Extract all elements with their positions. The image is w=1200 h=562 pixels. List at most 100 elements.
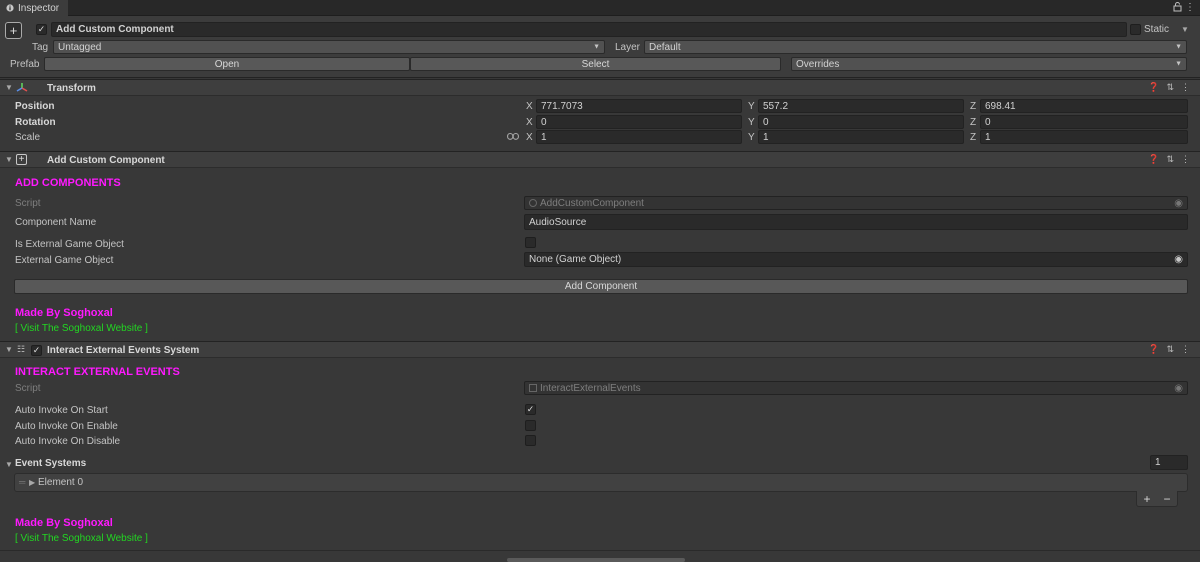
scale-y-input[interactable]: 1 <box>758 130 964 144</box>
script-label: Script <box>15 198 41 209</box>
add-element-button[interactable]: + <box>1143 492 1150 506</box>
add-custom-component-header[interactable]: ▼ + Add Custom Component ❓ ⇅ ⋮ <box>0 151 1200 168</box>
position-z-value: 698.41 <box>985 100 1016 112</box>
foldout-arrow-icon[interactable]: ▼ <box>5 83 13 92</box>
event-systems-count: 1 <box>1155 457 1161 468</box>
rotation-y-value: 0 <box>763 116 769 128</box>
object-picker-icon[interactable]: ◉ <box>1174 254 1183 265</box>
preset-icon[interactable]: ⇅ <box>1166 154 1174 165</box>
is-external-label: Is External Game Object <box>15 239 124 250</box>
interact-events-header[interactable]: ▼ ☷ ✓ Interact External Events System ❓ … <box>0 341 1200 358</box>
chevron-down-icon: ▼ <box>593 43 600 51</box>
add-component-bar-handle[interactable] <box>507 558 685 562</box>
external-game-object-value: None (Game Object) <box>529 254 622 265</box>
foldout-arrow-icon[interactable]: ▼ <box>5 155 13 164</box>
visit-website-link-2[interactable]: [ Visit The Soghoxal Website ] <box>15 533 148 544</box>
transform-header[interactable]: ▼ Transform ❓ ⇅ ⋮ <box>0 79 1200 96</box>
prefab-select-button[interactable]: Select <box>410 57 781 71</box>
event-systems-foldout-icon[interactable]: ▼ <box>5 460 13 469</box>
scale-z-input[interactable]: 1 <box>980 130 1188 144</box>
rotation-x-input[interactable]: 0 <box>536 115 742 129</box>
element-foldout-icon[interactable]: ▶ <box>29 478 35 487</box>
chevron-down-icon: ▼ <box>1175 43 1182 51</box>
external-game-object-label: External Game Object <box>15 255 114 266</box>
script-file-icon <box>529 199 537 207</box>
transform-header-icons: ❓ ⇅ ⋮ <box>1148 82 1190 93</box>
position-label: Position <box>15 101 55 112</box>
rotation-x-value: 0 <box>541 116 547 128</box>
rotation-z-input[interactable]: 0 <box>980 115 1188 129</box>
object-picker-icon: ◉ <box>1174 383 1183 394</box>
help-icon[interactable]: ❓ <box>1148 344 1159 355</box>
select-label: Select <box>581 58 610 70</box>
component-name-input[interactable]: AudioSource <box>524 214 1188 230</box>
constrain-proportions-icon[interactable] <box>507 132 519 141</box>
active-toggle[interactable]: ✓ <box>36 24 47 35</box>
event-systems-count-input[interactable]: 1 <box>1150 455 1188 470</box>
lock-icon[interactable] <box>1173 2 1182 15</box>
object-name-text: Add Custom Component <box>56 24 174 35</box>
add-component-button[interactable]: Add Component <box>14 279 1188 294</box>
auto-invoke-enable-label: Auto Invoke On Enable <box>15 421 118 432</box>
scale-y-value: 1 <box>763 131 769 143</box>
gameobject-header: + ✓ Add Custom Component Static ▼ Tag Un… <box>0 16 1200 78</box>
scale-x-input[interactable]: 1 <box>536 130 742 144</box>
auto-invoke-enable-checkbox[interactable] <box>525 420 536 431</box>
script-component-icon: ☷ <box>17 344 26 354</box>
interact-script-label: Script <box>15 383 41 394</box>
add-custom-component-title: Add Custom Component <box>47 155 165 166</box>
foldout-arrow-icon[interactable]: ▼ <box>5 345 13 354</box>
scale-x-axis: X <box>526 132 533 143</box>
prefab-open-button[interactable]: Open <box>44 57 410 71</box>
position-z-axis: Z <box>970 101 977 112</box>
preset-icon[interactable]: ⇅ <box>1166 82 1174 93</box>
event-systems-label: Event Systems <box>15 458 87 469</box>
interact-enabled-toggle[interactable]: ✓ <box>31 345 42 356</box>
help-icon[interactable]: ❓ <box>1148 154 1159 165</box>
rotation-y-input[interactable]: 0 <box>758 115 964 129</box>
static-label: Static <box>1144 24 1170 35</box>
open-label: Open <box>214 58 240 70</box>
interact-script-field: InteractExternalEvents ◉ <box>524 381 1188 395</box>
layer-dropdown[interactable]: Default ▼ <box>644 40 1187 54</box>
static-dropdown-icon[interactable]: ▼ <box>1181 25 1189 34</box>
enabled-check-icon: ✓ <box>32 345 41 355</box>
object-name-input[interactable]: Add Custom Component <box>51 22 1127 37</box>
position-x-input[interactable]: 771.7073 <box>536 99 742 113</box>
kebab-menu-icon[interactable]: ⋮ <box>1185 2 1195 13</box>
drag-handle-icon[interactable]: ═ <box>19 477 25 487</box>
add-custom-header-icons: ❓ ⇅ ⋮ <box>1148 154 1190 165</box>
gameobject-add-icon[interactable]: + <box>5 22 22 39</box>
list-footer: + − <box>1136 491 1178 507</box>
preset-icon[interactable]: ⇅ <box>1166 344 1174 355</box>
event-systems-list: ═ ▶ Element 0 <box>14 473 1188 492</box>
rotation-z-value: 0 <box>985 116 991 128</box>
help-icon[interactable]: ❓ <box>1148 82 1159 93</box>
static-toggle[interactable] <box>1130 24 1141 35</box>
rotation-z-axis: Z <box>970 117 977 128</box>
object-picker-icon: ◉ <box>1174 198 1183 209</box>
component-name-label: Component Name <box>15 217 97 228</box>
visit-website-link[interactable]: [ Visit The Soghoxal Website ] <box>15 323 148 334</box>
interact-header-icons: ❓ ⇅ ⋮ <box>1148 344 1190 355</box>
auto-invoke-start-checkbox[interactable]: ✓ <box>525 404 536 415</box>
inspector-tab[interactable]: Inspector <box>0 0 68 16</box>
element-0-label[interactable]: Element 0 <box>38 477 83 488</box>
kebab-menu-icon[interactable]: ⋮ <box>1181 344 1190 355</box>
position-x-axis: X <box>526 101 533 112</box>
auto-invoke-disable-checkbox[interactable] <box>525 435 536 446</box>
interact-events-title: Interact External Events System <box>47 345 200 356</box>
tag-label: Tag <box>32 42 49 53</box>
position-y-input[interactable]: 557.2 <box>758 99 964 113</box>
overrides-dropdown[interactable]: Overrides ▼ <box>791 57 1187 71</box>
start-check-icon: ✓ <box>526 404 535 414</box>
is-external-checkbox[interactable] <box>525 237 536 248</box>
external-game-object-field[interactable]: None (Game Object) ◉ <box>524 252 1188 267</box>
remove-element-button[interactable]: − <box>1163 492 1170 506</box>
kebab-menu-icon[interactable]: ⋮ <box>1181 82 1190 93</box>
auto-invoke-start-label: Auto Invoke On Start <box>15 405 108 416</box>
kebab-menu-icon[interactable]: ⋮ <box>1181 154 1190 165</box>
info-icon <box>6 4 14 12</box>
position-z-input[interactable]: 698.41 <box>980 99 1188 113</box>
tag-dropdown[interactable]: Untagged ▼ <box>53 40 605 54</box>
